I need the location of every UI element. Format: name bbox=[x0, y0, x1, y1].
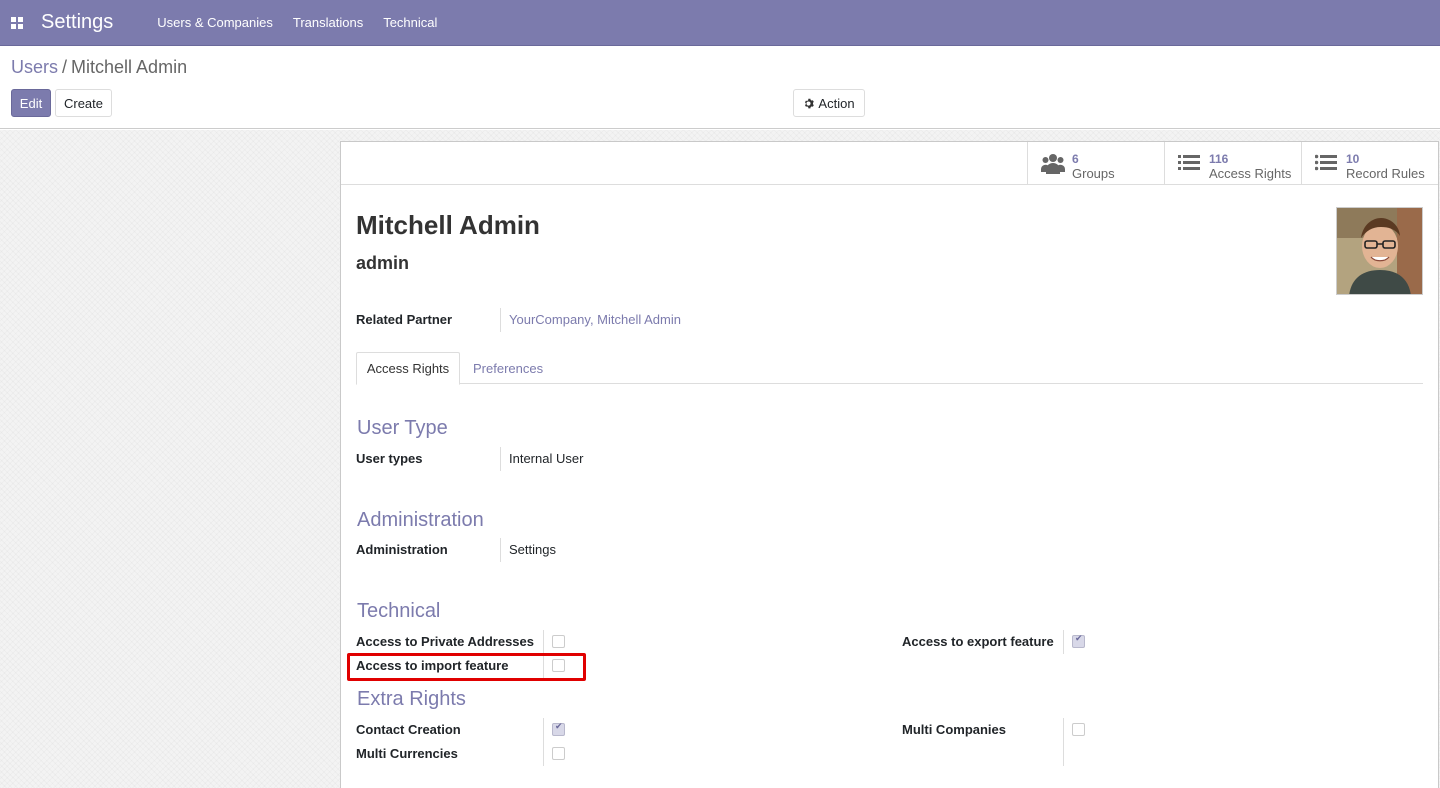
action-button-label: Action bbox=[818, 95, 855, 111]
administration-label: Administration bbox=[356, 542, 448, 557]
record-title: Mitchell Admin bbox=[356, 210, 540, 240]
app-title[interactable]: Settings bbox=[41, 11, 113, 34]
edit-button[interactable]: Edit bbox=[11, 89, 51, 117]
section-title-technical: Technical bbox=[357, 600, 441, 622]
field-divider bbox=[500, 447, 501, 471]
multi-currencies-label: Multi Currencies bbox=[356, 746, 458, 761]
private-addresses-checkbox[interactable] bbox=[552, 635, 565, 648]
user-types-value[interactable]: Internal User bbox=[509, 451, 583, 466]
field-divider bbox=[1063, 718, 1064, 766]
field-divider bbox=[500, 308, 501, 332]
record-rules-label: Record Rules bbox=[1346, 166, 1425, 181]
access-rights-label: Access Rights bbox=[1209, 166, 1292, 181]
users-icon bbox=[1041, 154, 1065, 174]
groups-label: Groups bbox=[1072, 166, 1115, 181]
related-partner-link[interactable]: YourCompany, Mitchell Admin bbox=[509, 312, 681, 327]
section-title-administration: Administration bbox=[357, 509, 484, 531]
menu-users-companies[interactable]: Users & Companies bbox=[157, 15, 273, 30]
smart-button-box: 6 Groups 116 Access Rights 10 Record Rul… bbox=[341, 142, 1438, 185]
tab-preferences[interactable]: Preferences bbox=[473, 352, 543, 384]
access-rights-stat-button[interactable]: 116 Access Rights bbox=[1164, 142, 1301, 184]
notebook-tabs: Access Rights Preferences bbox=[356, 352, 1423, 385]
export-feature-checkbox[interactable] bbox=[1072, 634, 1085, 648]
export-feature-label: Access to export feature bbox=[902, 634, 1054, 649]
multi-companies-checkbox[interactable] bbox=[1072, 723, 1085, 736]
tab-access-rights[interactable]: Access Rights bbox=[356, 352, 460, 385]
related-partner-label: Related Partner bbox=[356, 312, 453, 327]
private-addresses-label: Access to Private Addresses bbox=[356, 634, 535, 649]
multi-currencies-checkbox[interactable] bbox=[552, 747, 565, 760]
import-feature-highlight-box bbox=[347, 653, 586, 681]
breadcrumb-users-link[interactable]: Users bbox=[11, 57, 58, 77]
user-types-label: User types bbox=[356, 451, 423, 466]
administration-value[interactable]: Settings bbox=[509, 542, 556, 557]
gear-icon bbox=[805, 98, 815, 108]
apps-menu-icon[interactable] bbox=[0, 0, 34, 46]
breadcrumb-separator: / bbox=[62, 57, 68, 77]
record-login: admin bbox=[356, 253, 410, 273]
field-divider bbox=[500, 538, 501, 562]
breadcrumb: Users / Mitchell Admin bbox=[11, 57, 187, 78]
groups-stat-button[interactable]: 6 Groups bbox=[1027, 142, 1164, 184]
contact-creation-checkbox[interactable] bbox=[552, 722, 565, 736]
section-title-user-type: User Type bbox=[357, 417, 448, 439]
list-icon bbox=[1178, 155, 1200, 170]
field-divider bbox=[543, 718, 544, 766]
create-button[interactable]: Create bbox=[55, 89, 112, 117]
menu-translations[interactable]: Translations bbox=[293, 15, 363, 30]
control-panel: Users / Mitchell Admin Edit Create Action bbox=[0, 46, 1440, 129]
section-title-extra-rights: Extra Rights bbox=[357, 688, 466, 710]
avatar[interactable] bbox=[1336, 207, 1423, 295]
list-icon bbox=[1315, 154, 1337, 171]
access-rights-count: 116 bbox=[1209, 152, 1229, 166]
action-dropdown-button[interactable]: Action bbox=[793, 89, 865, 117]
form-sheet: 6 Groups 116 Access Rights 10 Record Rul… bbox=[340, 141, 1439, 788]
groups-count: 6 bbox=[1072, 152, 1079, 166]
multi-companies-label: Multi Companies bbox=[902, 722, 1007, 737]
record-rules-stat-button[interactable]: 10 Record Rules bbox=[1301, 142, 1438, 184]
record-rules-count: 10 bbox=[1346, 152, 1360, 166]
menu-technical[interactable]: Technical bbox=[383, 15, 437, 30]
breadcrumb-current: Mitchell Admin bbox=[71, 57, 188, 77]
top-navbar: Settings Users & Companies Translations … bbox=[0, 0, 1440, 46]
field-divider bbox=[1063, 630, 1064, 654]
contact-creation-label: Contact Creation bbox=[356, 722, 461, 737]
